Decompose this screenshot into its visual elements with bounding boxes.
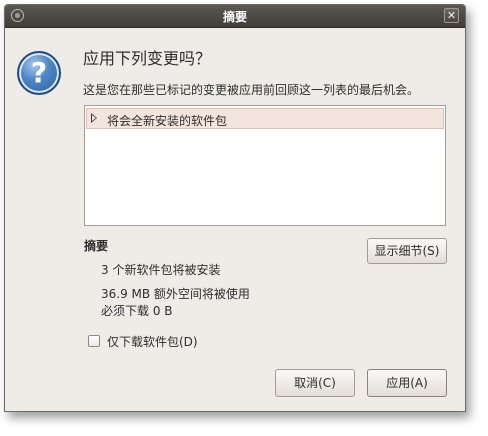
apply-button[interactable]: 应用(A) (367, 369, 447, 397)
download-only-label[interactable]: 仅下载软件包(D) (107, 333, 198, 350)
list-item-label: 将会全新安装的软件包 (107, 114, 228, 128)
summary-new-packages: 3 个新软件包将被安装 (101, 263, 221, 277)
close-button[interactable]: ✕ (444, 8, 459, 23)
dialog-description: 这是您在那些已标记的变更被应用前回顾这一列表的最后机会。 (83, 83, 420, 97)
summary-dialog-window: 摘要 ✕ ? 应用下列变更吗？ 这是您在那些已标记的变更被应用前回顾这一列表的最… (4, 4, 466, 412)
expander-triangle-icon[interactable] (91, 113, 97, 123)
changes-list[interactable]: 将会全新安装的软件包 (84, 105, 446, 226)
dialog-heading: 应用下列变更吗？ (83, 49, 212, 68)
download-only-checkbox[interactable] (88, 335, 100, 347)
summary-disk-space: 36.9 MB 额外空间将被使用 (101, 287, 250, 301)
summary-download-size: 必须下载 0 B (101, 304, 173, 318)
list-item[interactable]: 将会全新安装的软件包 (86, 108, 444, 129)
cancel-button[interactable]: 取消(C) (275, 369, 355, 397)
show-details-button[interactable]: 显示细节(S) (367, 238, 447, 264)
title-bar[interactable]: 摘要 ✕ (5, 5, 465, 28)
question-icon: ? (17, 51, 61, 95)
window-title: 摘要 (222, 10, 247, 24)
summary-title: 摘要 (84, 239, 109, 253)
